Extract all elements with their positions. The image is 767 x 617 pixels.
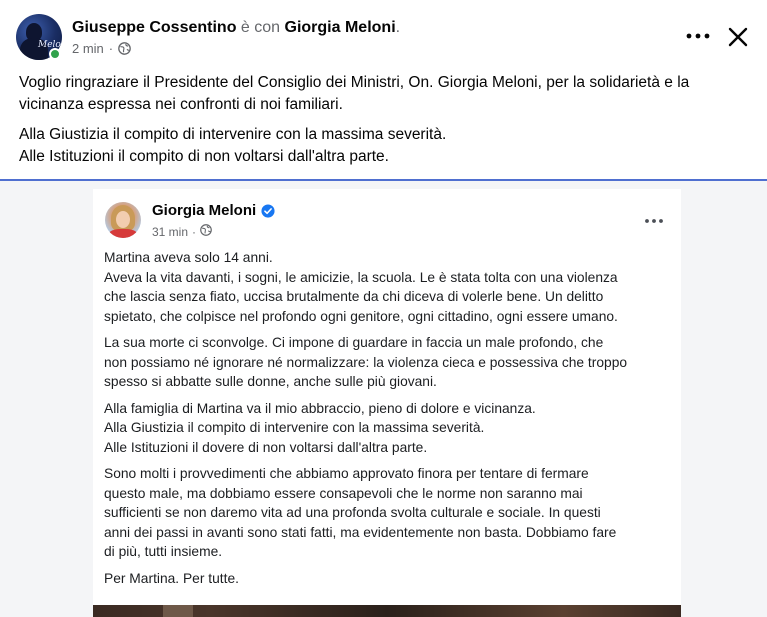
with-text: è con [240,19,281,36]
tagged-person[interactable]: Giorgia Meloni [285,19,396,36]
text-line: Sono molti i provvedimenti che abbiamo a… [104,466,589,481]
post-text: Voglio ringraziare il Presidente del Con… [19,72,754,168]
post-paragraph: Alla Giustizia il compito di intervenire… [19,126,447,143]
post-more-options-icon[interactable] [684,26,712,46]
embedded-paragraph: Martina aveva solo 14 anni. Aveva la vit… [104,248,674,326]
text-line: questo male, ma dobbiamo essere consapev… [104,485,583,501]
embedded-author-name: Giorgia Meloni [152,202,257,219]
author-name[interactable]: Giuseppe Cossentino [72,19,236,36]
embedded-post-meta: 31 min · [152,224,212,239]
embedded-post-text: Martina aveva solo 14 anni. Aveva la vit… [104,248,674,595]
text-line: che lascia senza fiato, uccisa brutalmen… [104,289,604,304]
period: . [395,19,401,36]
embedded-post-screenshot[interactable]: Giorgia Meloni 31 min · Martina aveva so… [93,189,681,617]
text-line: La sua morte ci sconvolge. Ci impone di … [104,335,604,350]
post-meta: 2 min · [72,41,400,56]
embedded-paragraph: Per Martina. Per tutte. [104,569,674,589]
author-avatar[interactable]: Meloni [16,14,62,60]
embedded-paragraph: La sua morte ci sconvolge. Ci impone di … [104,333,674,392]
text-line: anni dei passi in avanti sono stati fatt… [104,524,617,540]
embedded-author-avatar [105,202,141,238]
embedded-photo-detail [163,605,193,617]
embedded-paragraph: Sono molti i provvedimenti che abbiamo a… [104,464,674,562]
globe-icon[interactable] [118,42,131,55]
text-line: Alla Giustizia il compito di intervenire… [104,420,485,435]
embedded-author-line: Giorgia Meloni [152,202,275,219]
embedded-paragraph: Alla famiglia di Martina va il mio abbra… [104,399,674,458]
post-header-text: Giuseppe Cossentino è con Giorgia Meloni… [72,18,400,56]
text-line: sufficienti se non daremo vita ad una pr… [104,505,601,520]
online-status-dot [49,48,61,60]
text-line: Alle Istituzioni il dovere di non voltar… [104,439,428,455]
embedded-more-options-icon [643,214,665,226]
post-paragraph: Voglio ringraziare il Presidente del Con… [19,74,690,113]
text-line: Per Martina. Per tutte. [104,570,239,586]
text-line: spesso si abbatte sulle donne, anche sul… [104,374,437,389]
embedded-timestamp: 31 min [152,224,189,239]
post-timestamp[interactable]: 2 min [72,41,104,56]
text-line: Aveva la vita davanti, i sogni, le amici… [104,269,618,285]
text-line: di più, tutti insieme. [104,544,223,559]
text-line: non possiamo né ignorare né normalizzare… [104,354,628,370]
post-header: Meloni Giuseppe Cossentino è con Giorgia… [0,0,767,64]
author-line: Giuseppe Cossentino è con Giorgia Meloni… [72,18,400,38]
embedded-meta-separator: · [192,224,197,239]
meta-separator: · [108,41,114,56]
text-line: spietato, che colpisce nel profondo ogni… [104,308,618,324]
verified-badge-icon [261,203,275,218]
close-icon[interactable] [725,24,751,50]
text-line: Martina aveva solo 14 anni. [104,250,273,265]
embedded-globe-icon [200,224,212,239]
text-line: Alla famiglia di Martina va il mio abbra… [104,400,536,416]
post-paragraph: Alle Istituzioni il compito di non volta… [19,148,389,165]
